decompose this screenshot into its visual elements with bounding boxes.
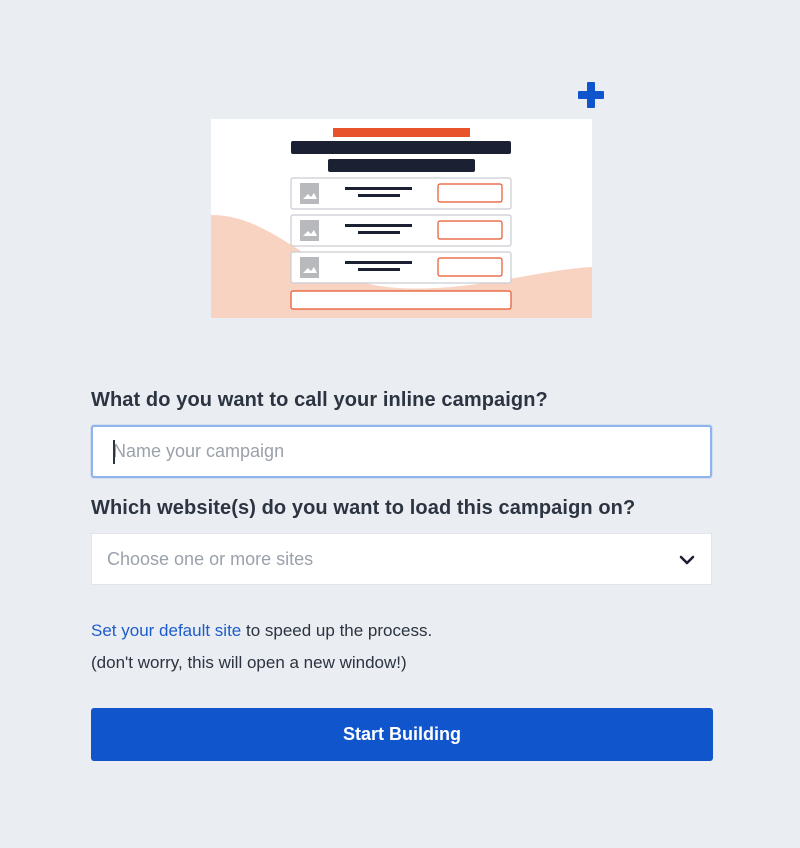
start-building-button[interactable]: Start Building bbox=[91, 708, 713, 761]
helper-rest-text: to speed up the process. bbox=[241, 621, 433, 640]
site-select-dropdown[interactable]: Choose one or more sites bbox=[91, 533, 712, 585]
inline-campaign-illustration bbox=[211, 119, 592, 318]
new-window-note: (don't worry, this will open a new windo… bbox=[91, 653, 407, 672]
campaign-name-label: What do you want to call your inline cam… bbox=[91, 389, 548, 411]
text-cursor bbox=[113, 440, 115, 464]
default-site-helper: Set your default site to speed up the pr… bbox=[91, 621, 432, 641]
site-select-placeholder: Choose one or more sites bbox=[107, 549, 314, 569]
websites-label: Which website(s) do you want to load thi… bbox=[91, 497, 636, 519]
plus-icon bbox=[578, 82, 604, 108]
chevron-down-icon[interactable] bbox=[678, 551, 696, 569]
campaign-name-input[interactable] bbox=[91, 425, 712, 478]
set-default-site-link[interactable]: Set your default site bbox=[91, 621, 241, 640]
